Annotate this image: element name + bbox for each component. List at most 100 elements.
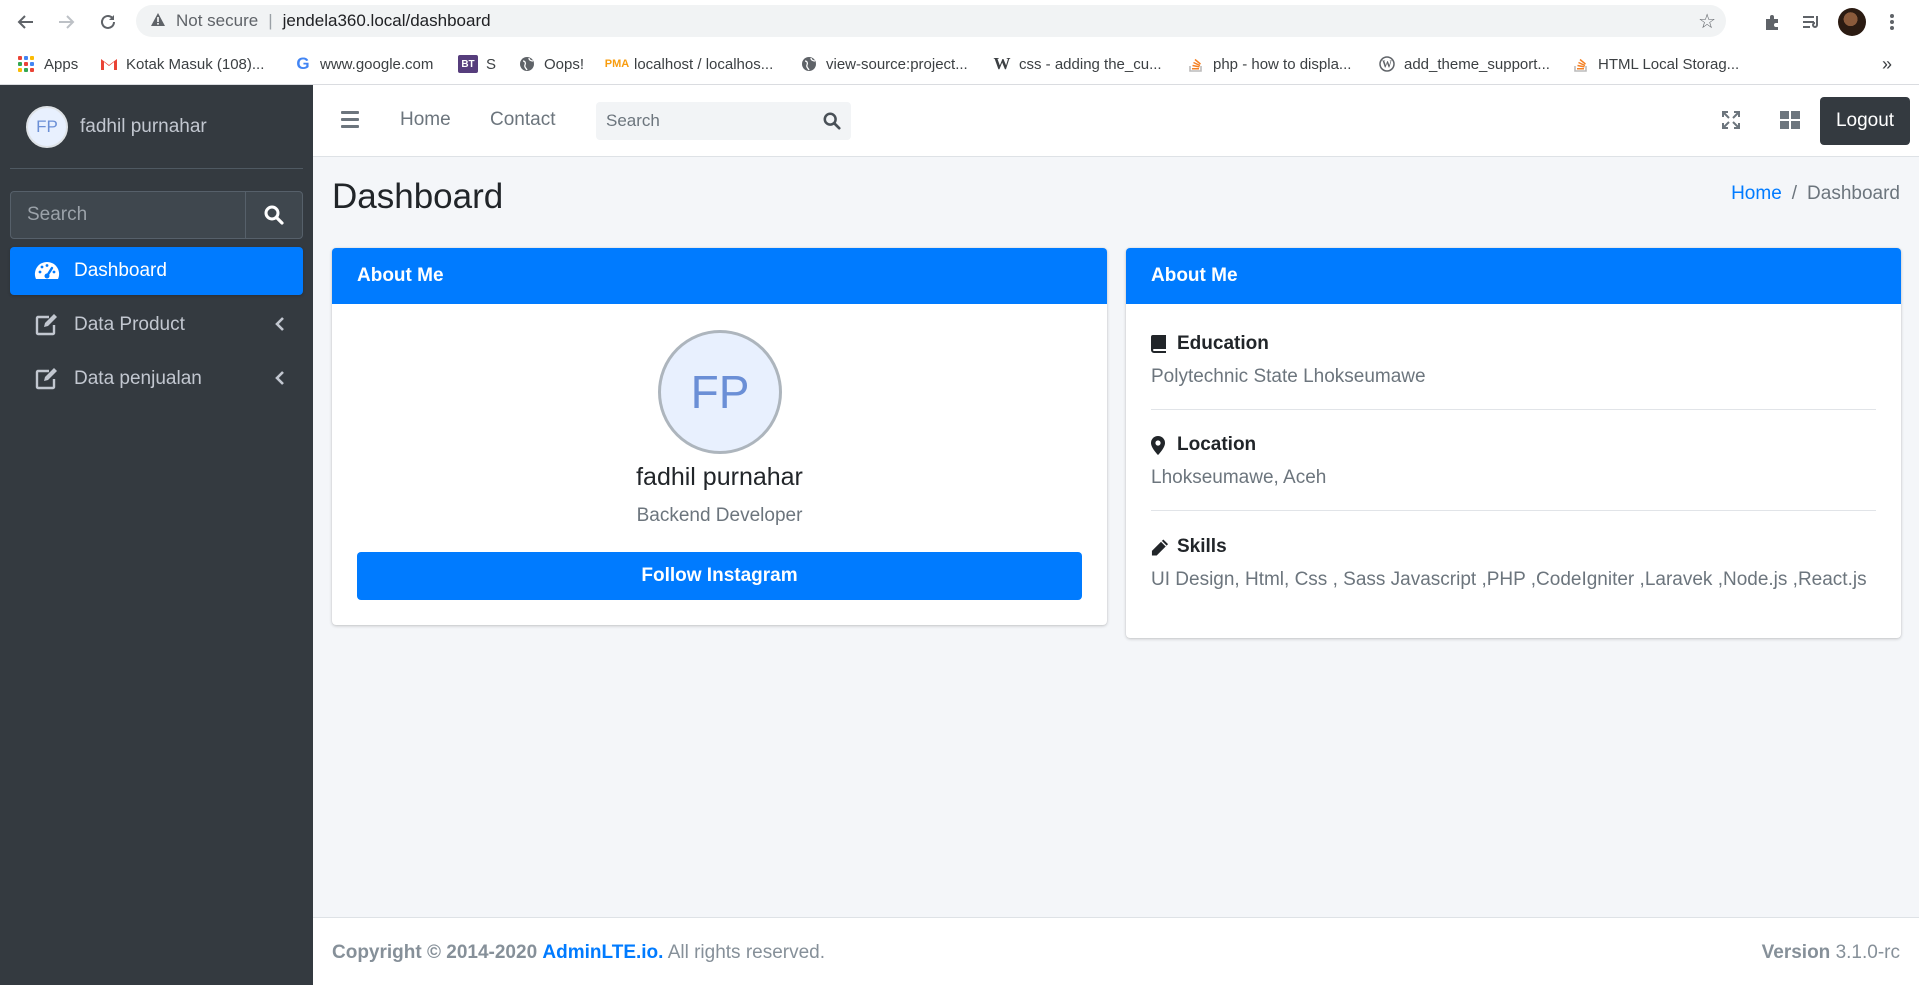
tachometer-icon	[34, 261, 60, 281]
extensions-icon[interactable]	[1758, 8, 1786, 36]
sidebar: FP fadhil purnahar Search Dashboard Data…	[0, 85, 313, 985]
gmail-icon	[100, 55, 118, 73]
chevron-left-icon	[275, 315, 285, 336]
nav-link-contact[interactable]: Contact	[490, 109, 555, 131]
search-icon	[823, 112, 841, 130]
breadcrumb: Home / Dashboard	[1731, 183, 1900, 205]
sidebar-search: Search	[10, 191, 303, 239]
address-bar[interactable]: Not secure | jendela360.local/dashboard …	[136, 5, 1726, 37]
chevron-left-icon	[275, 369, 285, 390]
bookmark-star-icon[interactable]: ☆	[1698, 9, 1716, 34]
wikipedia-icon: W	[993, 54, 1011, 73]
top-navbar: Home Contact Search Logout	[313, 85, 1919, 157]
divider	[1151, 510, 1876, 511]
sidebar-item-dashboard[interactable]: Dashboard	[10, 247, 303, 295]
adminlte-link[interactable]: AdminLTE.io.	[542, 942, 663, 963]
education-section: Education Polytechnic State Lhokseumawe	[1151, 333, 1876, 388]
reload-icon[interactable]	[94, 8, 122, 36]
book-icon	[1151, 335, 1169, 353]
bookmark-localhost[interactable]: PMA localhost / localhos...	[604, 52, 773, 76]
breadcrumb-home-link[interactable]: Home	[1731, 183, 1782, 205]
wordpress-icon: W	[1378, 55, 1396, 73]
globe-icon	[800, 55, 818, 73]
sidebar-item-data-product[interactable]: Data Product	[10, 301, 303, 349]
stackoverflow-icon	[1572, 55, 1590, 73]
location-section: Location Lhokseumawe, Aceh	[1151, 434, 1876, 489]
divider	[1151, 409, 1876, 410]
rights-text: All rights reserved.	[667, 942, 826, 963]
sidebar-item-label: Data penjualan	[74, 368, 202, 389]
profile-avatar-icon[interactable]	[1838, 8, 1866, 36]
pencil-icon	[1151, 538, 1169, 557]
skills-text: UI Design, Html, Css , Sass Javascript ,…	[1151, 569, 1867, 590]
edit-icon	[34, 368, 60, 390]
location-text: Lhokseumawe, Aceh	[1151, 467, 1327, 488]
profile-card-title: About Me	[332, 248, 1107, 304]
globe-icon	[518, 55, 536, 73]
apps-grid-icon	[18, 56, 34, 72]
navbar-search-input[interactable]: Search	[596, 111, 813, 131]
follow-instagram-button[interactable]: Follow Instagram	[357, 552, 1082, 600]
sidebar-user-name[interactable]: fadhil purnahar	[80, 116, 207, 138]
logout-button[interactable]: Logout	[1820, 97, 1910, 145]
skills-title: Skills	[1177, 536, 1227, 557]
about-card: About Me Education Polytechnic State Lho…	[1126, 248, 1901, 638]
sidebar-item-label: Dashboard	[74, 260, 167, 281]
education-title: Education	[1177, 333, 1269, 354]
bookmarks-bar: Apps Kotak Masuk (108)... G www.google.c…	[0, 43, 1919, 85]
bookmark-css[interactable]: W css - adding the_cu...	[993, 52, 1162, 76]
copyright-text: Copyright © 2014-2020	[332, 942, 538, 963]
bookmark-view-source[interactable]: view-source:project...	[800, 52, 968, 76]
avatar: FP	[26, 105, 68, 148]
back-icon[interactable]	[12, 8, 40, 36]
bookmark-php[interactable]: php - how to displa...	[1187, 52, 1351, 76]
stackoverflow-icon	[1187, 55, 1205, 73]
more-bookmarks-icon[interactable]: »	[1882, 52, 1892, 76]
bookmark-wordpress[interactable]: W add_theme_support...	[1378, 52, 1550, 76]
forward-icon[interactable]	[52, 8, 80, 36]
footer: Copyright © 2014-2020 AdminLTE.io. All r…	[313, 917, 1919, 985]
sidebar-item-label: Data Product	[74, 314, 185, 335]
warning-icon	[150, 12, 168, 31]
url-text: jendela360.local/dashboard	[282, 11, 491, 30]
browser-toolbar: Not secure | jendela360.local/dashboard …	[0, 0, 1919, 43]
version-number: 3.1.0-rc	[1835, 942, 1900, 963]
education-text: Polytechnic State Lhokseumawe	[1151, 366, 1426, 387]
hamburger-menu-icon[interactable]	[341, 111, 359, 132]
menu-dots-icon[interactable]	[1878, 8, 1906, 36]
profile-name: fadhil purnahar	[636, 463, 803, 491]
about-card-title: About Me	[1126, 248, 1901, 304]
navbar-search-button[interactable]	[813, 112, 851, 130]
edit-icon	[34, 314, 60, 336]
sidebar-search-button[interactable]	[245, 192, 302, 238]
profile-avatar: FP	[658, 330, 782, 454]
breadcrumb-separator: /	[1791, 183, 1798, 204]
control-sidebar-icon[interactable]	[1780, 111, 1800, 134]
bookmark-google[interactable]: G www.google.com	[294, 52, 433, 76]
bookmark-gmail[interactable]: Kotak Masuk (108)...	[100, 52, 264, 76]
profile-card: About Me FP fadhil purnahar Backend Deve…	[332, 248, 1107, 625]
bookmark-apps[interactable]: Apps	[18, 52, 78, 76]
sidebar-item-data-penjualan[interactable]: Data penjualan	[10, 355, 303, 403]
phpmyadmin-icon: PMA	[604, 58, 630, 70]
breadcrumb-current: Dashboard	[1807, 183, 1900, 204]
version-label: Version	[1761, 942, 1831, 963]
sidebar-search-input[interactable]: Search	[11, 192, 245, 238]
skills-section: Skills UI Design, Html, Css , Sass Javas…	[1151, 536, 1876, 591]
security-label: Not secure	[176, 11, 259, 30]
search-icon	[264, 205, 284, 225]
bookmark-html-storage[interactable]: HTML Local Storag...	[1572, 52, 1739, 76]
fullscreen-icon[interactable]	[1722, 111, 1740, 134]
user-panel[interactable]: FP fadhil purnahar	[10, 85, 303, 169]
map-marker-icon	[1151, 435, 1169, 455]
media-control-icon[interactable]	[1798, 8, 1826, 36]
nav-link-home[interactable]: Home	[400, 109, 451, 131]
page-title: Dashboard	[332, 177, 504, 216]
profile-role: Backend Developer	[636, 505, 803, 526]
google-icon: G	[296, 54, 310, 73]
location-title: Location	[1177, 434, 1257, 455]
bookmark-oops[interactable]: Oops!	[518, 52, 584, 76]
svg-text:W: W	[1382, 60, 1392, 71]
navbar-search: Search	[596, 102, 851, 140]
bookmark-bt[interactable]: BT S	[458, 52, 496, 76]
